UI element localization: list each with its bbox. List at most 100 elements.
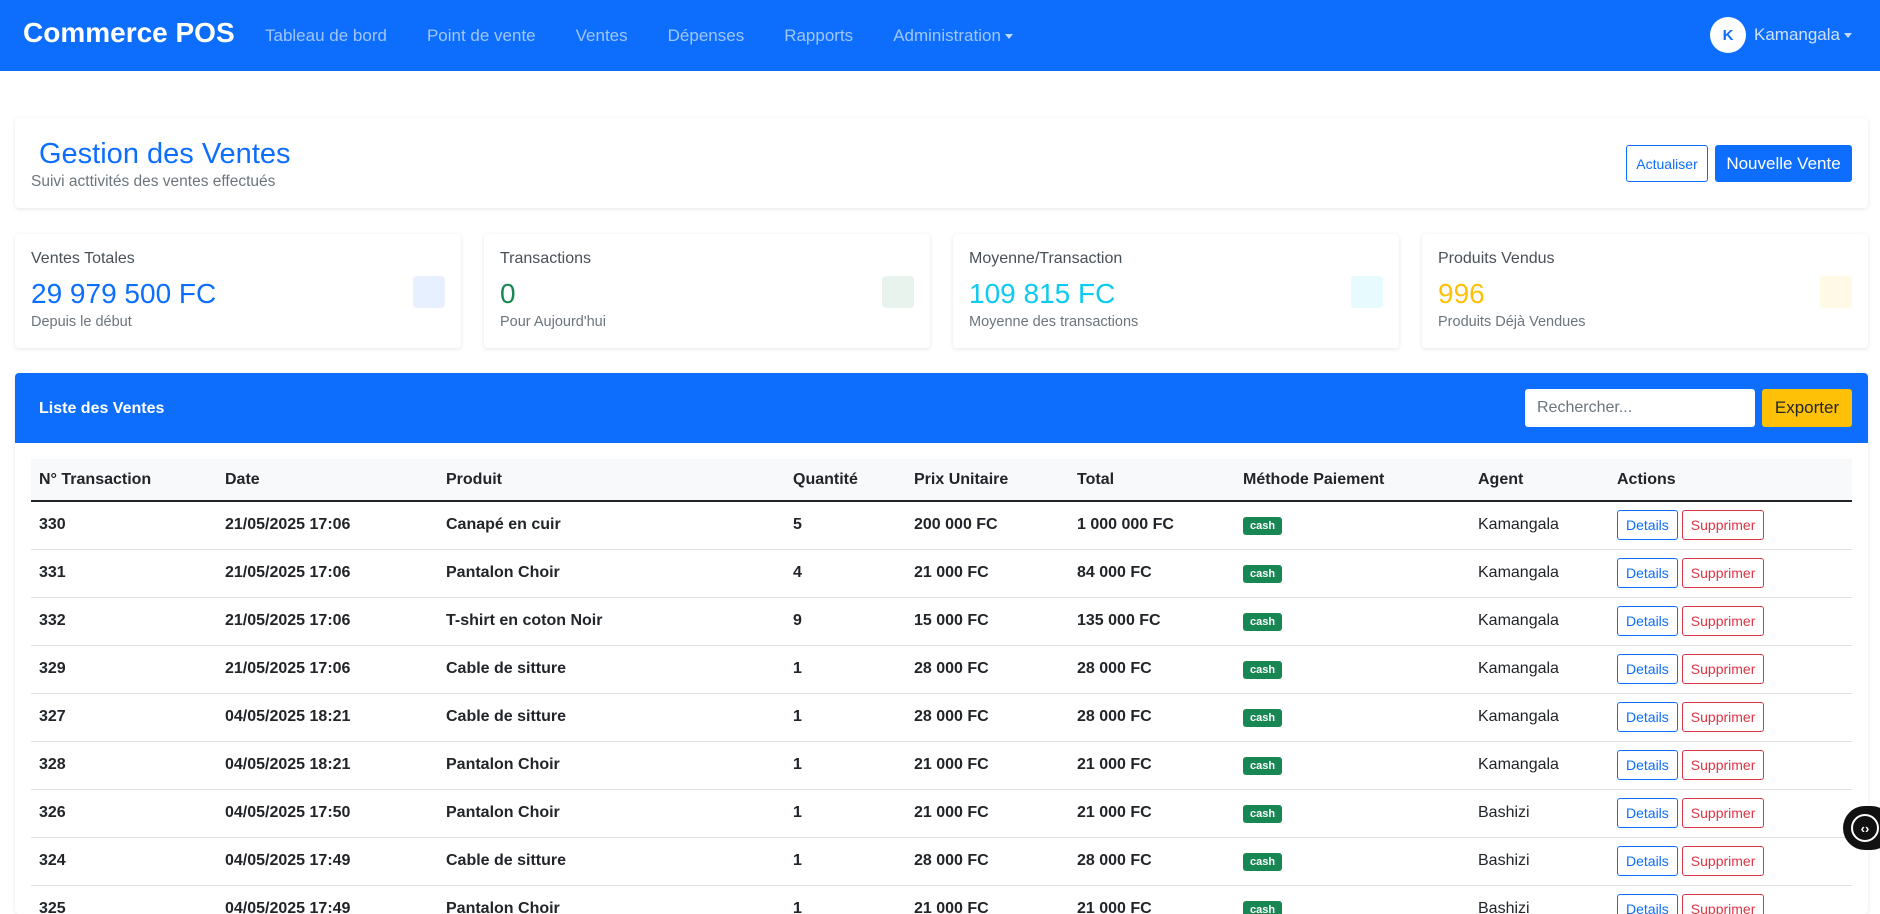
nav-link-administration[interactable]: Administration — [893, 26, 1013, 46]
unit-price: 15 000 FC — [906, 597, 1069, 646]
actions-cell: Details Supprimer — [1609, 741, 1852, 790]
search-input[interactable] — [1525, 389, 1755, 427]
payment-method-cell: cash — [1235, 549, 1470, 598]
agent-name: Kamangala — [1470, 501, 1609, 550]
total-price: 1 000 000 FC — [1069, 501, 1235, 550]
column-header[interactable]: Prix Unitaire — [906, 459, 1069, 502]
stat-label: Produits Vendus — [1438, 250, 1555, 267]
agent-name: Bashizi — [1470, 837, 1609, 886]
payment-method-cell: cash — [1235, 741, 1470, 790]
product-name: Pantalon Choir — [438, 741, 785, 790]
sales-list-card: Liste des Ventes Exporter N° Transaction… — [15, 373, 1868, 914]
column-header[interactable]: Méthode Paiement — [1235, 459, 1470, 502]
details-button[interactable]: Details — [1617, 558, 1678, 588]
delete-button[interactable]: Supprimer — [1681, 510, 1765, 541]
table-row: 332 21/05/2025 17:06 T-shirt en coton Noir… — [31, 597, 1852, 646]
actions-cell: Details Supprimer — [1609, 549, 1852, 598]
nav-link-reports[interactable]: Rapports — [784, 26, 853, 46]
quantity: 1 — [785, 741, 906, 790]
details-button[interactable]: Details — [1617, 654, 1678, 684]
quantity: 1 — [785, 789, 906, 838]
stat-label: Moyenne/Transaction — [969, 250, 1123, 267]
column-header[interactable]: N° Transaction — [31, 459, 217, 502]
details-button[interactable]: Details — [1617, 798, 1678, 828]
page-header: Gestion des Ventes Suivi acttivités des … — [15, 118, 1868, 208]
product-name: Pantalon Choir — [438, 789, 785, 838]
total-price: 28 000 FC — [1069, 645, 1235, 694]
agent-name: Kamangala — [1470, 741, 1609, 790]
delete-button[interactable]: Supprimer — [1681, 846, 1765, 876]
sale-date: 21/05/2025 17:06 — [217, 645, 438, 694]
agent-name: Bashizi — [1470, 885, 1609, 914]
details-button[interactable]: Details — [1617, 702, 1678, 732]
user-menu[interactable]: K Kamangala — [1709, 17, 1852, 53]
page-title: Gestion des Ventes — [39, 138, 291, 170]
delete-button[interactable]: Supprimer — [1681, 750, 1765, 780]
details-button[interactable]: Details — [1617, 510, 1678, 541]
stat-value: 996 — [1438, 278, 1485, 309]
transaction-id: 327 — [31, 693, 217, 742]
transaction-id: 325 — [31, 885, 217, 914]
quantity: 5 — [785, 501, 906, 550]
new-sale-button[interactable]: Nouvelle Vente — [1715, 145, 1852, 182]
delete-button[interactable]: Supprimer — [1681, 894, 1765, 914]
agent-name: Bashizi — [1470, 789, 1609, 838]
chevron-down-icon — [1004, 33, 1013, 39]
payment-method-cell: cash — [1235, 693, 1470, 742]
quantity: 4 — [785, 549, 906, 598]
nav-link-pos[interactable]: Point de vente — [427, 26, 536, 46]
payment-method-cell: cash — [1235, 501, 1470, 550]
delete-button[interactable]: Supprimer — [1681, 606, 1765, 636]
stat-note: Produits Déjà Vendues — [1438, 314, 1586, 330]
top-navbar: Commerce POS Tableau de bord Point de ve… — [0, 0, 1880, 71]
total-price: 21 000 FC — [1069, 789, 1235, 838]
sale-date: 04/05/2025 17:49 — [217, 885, 438, 914]
product-name: T-shirt en coton Noir — [438, 597, 785, 646]
product-name: Pantalon Choir — [438, 549, 785, 598]
details-button[interactable]: Details — [1617, 894, 1678, 914]
actions-cell: Details Supprimer — [1609, 645, 1852, 694]
nav-link-dashboard[interactable]: Tableau de bord — [265, 26, 387, 46]
delete-button[interactable]: Supprimer — [1681, 558, 1765, 588]
agent-name: Kamangala — [1470, 597, 1609, 646]
column-header[interactable]: Total — [1069, 459, 1235, 502]
floating-widget-button[interactable]: ‹› — [1843, 806, 1880, 850]
nav-link-expenses[interactable]: Dépenses — [668, 26, 745, 46]
stat-label: Ventes Totales — [31, 250, 135, 267]
table-row: 327 04/05/2025 18:21 Cable de sitture 1 28 0… — [31, 693, 1852, 742]
column-header[interactable]: Produit — [438, 459, 785, 502]
delete-button[interactable]: Supprimer — [1681, 798, 1765, 828]
table-row: 329 21/05/2025 17:06 Cable de sitture 1 28 0… — [31, 645, 1852, 694]
delete-button[interactable]: Supprimer — [1681, 702, 1765, 732]
sales-table-wrapper: N° Transaction Date Produit Quantité Pri… — [31, 459, 1852, 914]
details-button[interactable]: Details — [1617, 846, 1678, 876]
table-header-row: N° Transaction Date Produit Quantité Pri… — [31, 459, 1852, 502]
unit-price: 21 000 FC — [906, 789, 1069, 838]
quantity: 1 — [785, 885, 906, 914]
unit-price: 21 000 FC — [906, 885, 1069, 914]
column-header[interactable]: Quantité — [785, 459, 906, 502]
sale-date: 21/05/2025 17:06 — [217, 597, 438, 646]
actions-cell: Details Supprimer — [1609, 597, 1852, 646]
unit-price: 21 000 FC — [906, 549, 1069, 598]
delete-button[interactable]: Supprimer — [1681, 654, 1765, 684]
stat-value: 0 — [500, 278, 516, 309]
export-button[interactable]: Exporter — [1762, 389, 1852, 427]
details-button[interactable]: Details — [1617, 750, 1678, 780]
stat-card-transactions: Transactions 0 Pour Aujourd'hui — [484, 234, 930, 348]
stat-note: Depuis le début — [31, 314, 132, 330]
details-button[interactable]: Details — [1617, 606, 1678, 636]
column-header[interactable]: Agent — [1470, 459, 1609, 502]
quantity: 1 — [785, 645, 906, 694]
column-header[interactable]: Date — [217, 459, 438, 502]
brand-logo[interactable]: Commerce POS — [23, 17, 235, 49]
product-name: Cable de sitture — [438, 837, 785, 886]
nav-links: Tableau de bord Point de vente Ventes Dé… — [265, 0, 1053, 71]
unit-price: 28 000 FC — [906, 645, 1069, 694]
stat-card-average: Moyenne/Transaction 109 815 FC Moyenne d… — [953, 234, 1399, 348]
nav-link-sales[interactable]: Ventes — [576, 26, 628, 46]
refresh-button[interactable]: Actualiser — [1626, 145, 1708, 182]
agent-name: Kamangala — [1470, 549, 1609, 598]
payment-method-badge: cash — [1243, 708, 1283, 727]
total-price: 21 000 FC — [1069, 741, 1235, 790]
